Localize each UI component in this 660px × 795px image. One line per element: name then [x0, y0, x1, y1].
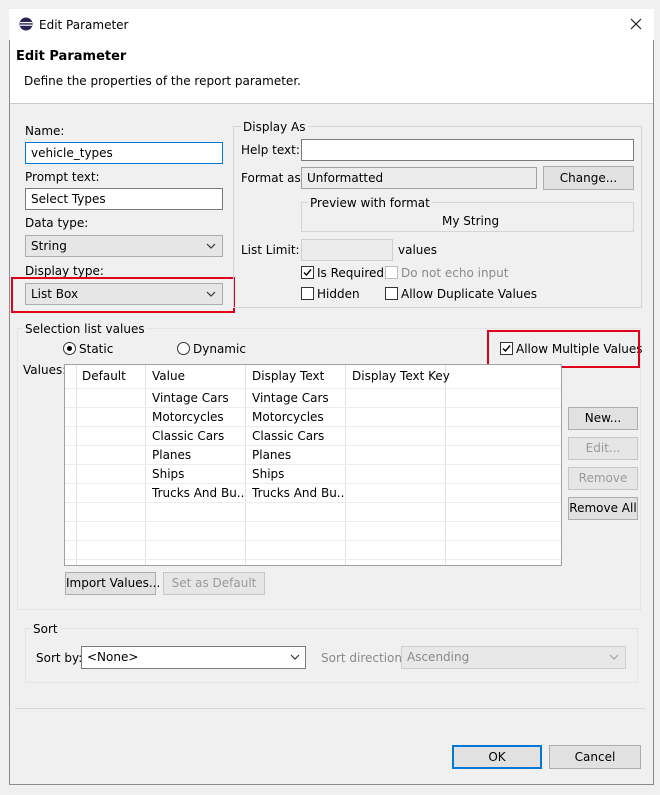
- edit-value-button: Edit...: [568, 437, 638, 460]
- static-radio[interactable]: [63, 342, 76, 355]
- sort-by-select[interactable]: <None>: [81, 646, 306, 669]
- table-cell-display[interactable]: Classic Cars: [252, 428, 342, 444]
- no-echo-checkbox: [385, 266, 398, 279]
- static-label: Static: [79, 342, 114, 356]
- table-cell-value[interactable]: Ships: [152, 466, 242, 482]
- data-type-select[interactable]: String: [25, 235, 223, 257]
- values-table[interactable]: Default Value Display Text Display Text …: [64, 364, 562, 566]
- hidden-label: Hidden: [317, 287, 360, 301]
- name-label: Name:: [25, 124, 65, 138]
- table-column: [77, 365, 146, 565]
- row-divider: [65, 483, 561, 484]
- table-cell-display[interactable]: Vintage Cars: [252, 390, 342, 406]
- table-cell-display[interactable]: Trucks And Bu...: [252, 485, 344, 501]
- table-cell-value[interactable]: Planes: [152, 447, 242, 463]
- help-text-input[interactable]: [301, 139, 634, 161]
- data-type-value: String: [31, 239, 67, 253]
- format-as-field: Unformatted: [301, 167, 537, 189]
- display-type-highlight: [11, 277, 235, 313]
- remove-all-button[interactable]: Remove All: [568, 497, 638, 520]
- banner-title: Edit Parameter: [16, 49, 127, 64]
- prompt-text-label: Prompt text:: [25, 170, 100, 184]
- column-header-default[interactable]: Default: [82, 368, 126, 384]
- table-cell-display[interactable]: Ships: [252, 466, 342, 482]
- sort-by-label: Sort by:: [36, 651, 83, 665]
- column-header-display-text-key[interactable]: Display Text Key: [352, 368, 450, 384]
- row-divider: [65, 502, 561, 503]
- list-limit-label: List Limit:: [241, 243, 300, 257]
- format-as-label: Format as:: [241, 171, 305, 185]
- sort-direction-select: Ascending: [401, 646, 626, 669]
- prompt-text-input[interactable]: Select Types: [25, 188, 223, 210]
- row-divider: [65, 426, 561, 427]
- row-divider: [65, 388, 561, 389]
- table-cell-value[interactable]: Trucks And Bu...: [152, 485, 244, 501]
- banner-description: Define the properties of the report para…: [24, 74, 301, 88]
- preview-value: My String: [442, 214, 500, 228]
- hidden-checkbox[interactable]: [301, 287, 314, 300]
- table-cell-value[interactable]: Vintage Cars: [152, 390, 242, 406]
- dynamic-label: Dynamic: [193, 342, 246, 356]
- cancel-button[interactable]: Cancel: [549, 745, 641, 769]
- checkmark-icon: [303, 269, 312, 277]
- table-cell-value[interactable]: Classic Cars: [152, 428, 242, 444]
- no-echo-label: Do not echo input: [401, 266, 509, 280]
- eclipse-app-icon: [19, 17, 33, 31]
- selection-list-label: Selection list values: [23, 321, 147, 337]
- table-column: [346, 365, 446, 565]
- row-divider: [65, 540, 561, 541]
- preview-label: Preview with format: [308, 195, 432, 211]
- window-title: Edit Parameter: [39, 18, 129, 32]
- dynamic-radio[interactable]: [177, 342, 190, 355]
- column-header-display-text[interactable]: Display Text: [252, 368, 324, 384]
- is-required-checkbox[interactable]: [301, 266, 314, 279]
- data-type-label: Data type:: [25, 216, 89, 230]
- sort-group-label: Sort: [31, 621, 60, 637]
- name-input[interactable]: vehicle_types: [25, 142, 223, 164]
- table-cell-display[interactable]: Motorcycles: [252, 409, 342, 425]
- display-as-group-label: Display As: [241, 119, 308, 135]
- column-header-value[interactable]: Value: [152, 368, 185, 384]
- list-limit-input: [301, 239, 393, 261]
- change-format-button[interactable]: Change...: [543, 166, 634, 190]
- import-values-button[interactable]: Import Values...: [65, 572, 160, 595]
- values-label: Values:: [23, 363, 67, 377]
- row-divider: [65, 464, 561, 465]
- set-as-default-button: Set as Default: [163, 572, 265, 595]
- allow-duplicate-checkbox[interactable]: [385, 287, 398, 300]
- remove-value-button: Remove: [568, 467, 638, 490]
- new-value-button[interactable]: New...: [568, 407, 638, 430]
- allow-duplicate-label: Allow Duplicate Values: [401, 287, 538, 301]
- table-cell-value[interactable]: Motorcycles: [152, 409, 242, 425]
- table-cell-display[interactable]: Planes: [252, 447, 342, 463]
- row-divider: [65, 521, 561, 522]
- footer-separator: [15, 708, 645, 709]
- list-limit-suffix: values: [398, 243, 438, 257]
- close-icon[interactable]: [628, 16, 644, 32]
- row-divider: [65, 407, 561, 408]
- chevron-down-icon: [206, 240, 216, 252]
- allow-multiple-highlight: [487, 330, 640, 368]
- help-text-label: Help text:: [241, 143, 300, 157]
- sort-by-value: <None>: [87, 650, 139, 664]
- chevron-down-icon: [609, 651, 619, 663]
- sort-direction-label: Sort direction:: [321, 651, 407, 665]
- table-column: [65, 365, 77, 565]
- is-required-label: Is Required: [317, 266, 385, 280]
- sort-direction-value: Ascending: [407, 650, 470, 664]
- row-divider: [65, 445, 561, 446]
- chevron-down-icon: [290, 651, 300, 663]
- row-divider: [65, 559, 561, 560]
- ok-button[interactable]: OK: [452, 745, 542, 769]
